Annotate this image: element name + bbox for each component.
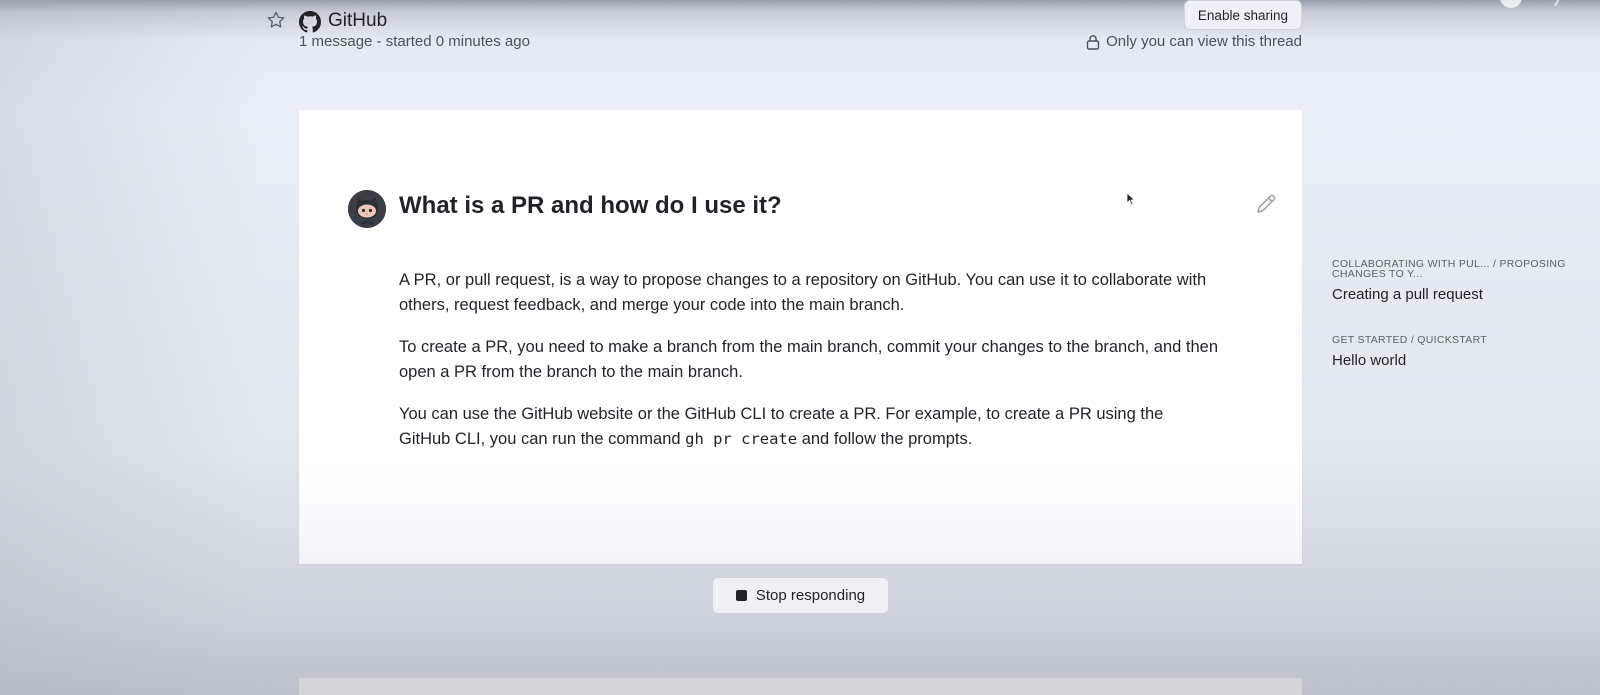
reference-item[interactable]: COLLABORATING WITH PUL... / PROPOSING CH… [1332, 259, 1592, 303]
octocat-avatar-icon [348, 190, 386, 228]
assistant-answer: A PR, or pull request, is a way to propo… [399, 268, 1219, 469]
enable-sharing-button[interactable]: Enable sharing [1183, 0, 1302, 30]
inline-code: gh pr create [685, 430, 798, 448]
thread-title: GitHub [328, 10, 388, 31]
background-vignette [0, 0, 260, 695]
privacy-text: Only you can view this thread [1106, 33, 1302, 50]
reference-title[interactable]: Creating a pull request [1332, 286, 1592, 303]
reference-path: COLLABORATING WITH PUL... / PROPOSING CH… [1332, 258, 1566, 280]
reference-item[interactable]: GET STARTED / QUICKSTART Hello world [1332, 335, 1592, 369]
pencil-icon[interactable] [1254, 192, 1278, 216]
mouse-cursor-icon [1126, 192, 1136, 206]
thread-header: GitHub 1 message - started 0 minutes ago… [266, 0, 1306, 56]
stop-responding-label: Stop responding [755, 587, 866, 604]
answer-paragraph-2: To create a PR, you need to make a branc… [399, 338, 1219, 381]
star-icon[interactable] [266, 10, 286, 30]
answer-paragraph-3-tail: and follow the prompts. [797, 430, 973, 448]
window-control-slash-icon[interactable] [1539, 0, 1567, 6]
privacy-notice: Only you can view this thread [1086, 33, 1302, 50]
stop-square-icon [735, 590, 747, 601]
reference-title[interactable]: Hello world [1332, 352, 1592, 369]
octocat-avatar [348, 190, 386, 228]
answer-paragraph-1: A PR, or pull request, is a way to propo… [399, 271, 1207, 314]
window-control-icon[interactable] [1500, 0, 1522, 8]
user-question: What is a PR and how do I use it? [399, 192, 782, 219]
answer-paragraph-3: You can use the GitHub website or the Gi… [399, 402, 1219, 452]
reference-path: GET STARTED / QUICKSTART [1332, 334, 1487, 346]
stop-responding-button[interactable]: Stop responding [712, 577, 889, 614]
composer-panel-edge [299, 678, 1302, 695]
reference-list: COLLABORATING WITH PUL... / PROPOSING CH… [1332, 259, 1592, 401]
message-card: What is a PR and how do I use it? A PR, … [299, 110, 1302, 564]
lock-icon [1086, 34, 1100, 50]
github-logo-icon [299, 11, 321, 33]
thread-meta: 1 message - started 0 minutes ago [299, 33, 530, 50]
